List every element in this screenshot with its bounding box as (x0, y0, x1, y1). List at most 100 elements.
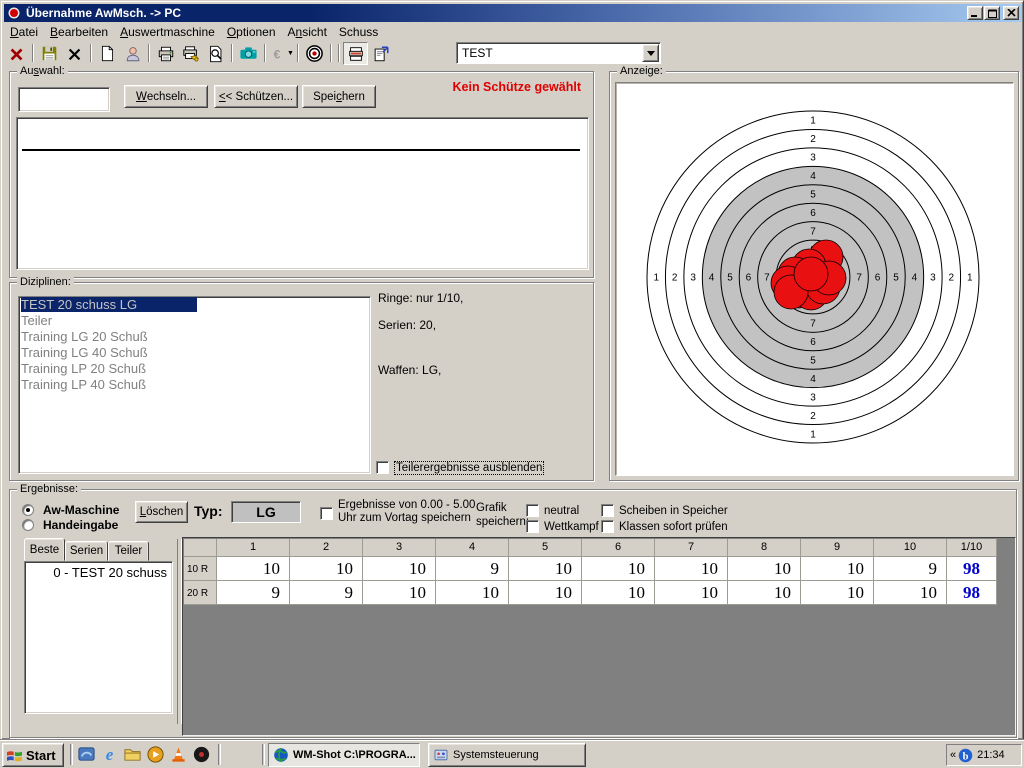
teilerergebnisse-checkbox[interactable] (376, 461, 389, 474)
start-button[interactable]: Start (2, 743, 64, 767)
quicklaunch-disc-icon[interactable] (192, 745, 212, 765)
svg-text:4: 4 (810, 374, 816, 385)
menu-datei[interactable]: Datei (4, 22, 44, 41)
target-toolbar-button[interactable] (302, 42, 327, 65)
series-listbox[interactable]: 0 - TEST 20 schuss (24, 561, 173, 714)
svg-text:2: 2 (949, 273, 955, 284)
user-toolbar-button[interactable] (120, 42, 145, 65)
series-list-item[interactable]: 0 - TEST 20 schuss (25, 562, 172, 580)
svg-text:2: 2 (672, 273, 678, 284)
toolbar-separator (330, 44, 332, 62)
total-cell: 98 (947, 557, 997, 581)
svg-text:7: 7 (810, 319, 816, 330)
tab-teiler[interactable]: Teiler (108, 541, 149, 561)
svg-text:e: e (106, 745, 114, 764)
svg-text:5: 5 (810, 190, 816, 201)
taskbar-task-wm-shot-c-progra[interactable]: WM-Shot C:\PROGRA... (268, 743, 420, 767)
discipline-item[interactable]: Training LG 40 Schuß (19, 345, 370, 361)
minimize-button[interactable] (967, 6, 983, 20)
selection-list[interactable] (16, 117, 589, 270)
quicklaunch-media-player-icon[interactable] (146, 745, 166, 765)
score-cell: 9 (290, 581, 363, 605)
print-toolbar-button[interactable] (153, 42, 178, 65)
svg-text:5: 5 (893, 273, 899, 284)
new-doc-toolbar-button[interactable] (95, 42, 120, 65)
neutral-checkbox[interactable] (526, 504, 539, 517)
discipline-combobox[interactable]: TEST (456, 42, 661, 64)
quicklaunch-folder-icon[interactable] (123, 745, 143, 765)
svg-text:6: 6 (810, 337, 816, 348)
camera-toolbar-button[interactable] (236, 42, 261, 65)
aw-maschine-radio[interactable] (22, 504, 34, 516)
discipline-item[interactable]: Training LP 20 Schuß (19, 361, 370, 377)
anzeige-group: Anzeige: 1111222233334444555566667777888… (609, 71, 1019, 481)
menu-optionen[interactable]: Optionen (221, 22, 282, 41)
handeingabe-radio[interactable] (22, 519, 34, 531)
close-x-toolbar-button[interactable] (62, 42, 87, 65)
euro-toolbar-button[interactable]: €▼ (269, 42, 294, 65)
tray-b-icon[interactable]: b (958, 748, 973, 763)
svg-text:6: 6 (875, 273, 881, 284)
target-panel: 11112222333344445555666677778888 (615, 82, 1014, 476)
menu-ansicht[interactable]: Ansicht (282, 22, 333, 41)
toolbar-separator (32, 44, 34, 62)
app-window: Übernahme AwMsch. -> PC DateiBearbeitenA… (0, 0, 1024, 740)
wettkampf-checkbox[interactable] (526, 520, 539, 533)
vortag-checkbox[interactable] (320, 507, 333, 520)
klassen-sofort-pr-fen-checkbox[interactable] (601, 520, 614, 533)
score-cell: 10 (290, 557, 363, 581)
score-cell: 10 (655, 581, 728, 605)
svg-text:2: 2 (810, 134, 816, 145)
score-cell: 10 (363, 581, 436, 605)
properties-toolbar-button[interactable] (368, 42, 393, 65)
print-setup-toolbar-button[interactable] (178, 42, 203, 65)
schuetzen-button[interactable]: << Schützen... (214, 85, 298, 108)
save-toolbar-button[interactable] (37, 42, 62, 65)
wettkampf-label: Wettkampf (544, 521, 599, 533)
taskbar-task-systemsteuerung[interactable]: Systemsteuerung (428, 743, 586, 767)
selection-input[interactable] (18, 87, 110, 112)
speichern-button[interactable]: Speichern (302, 85, 376, 108)
menu-bearbeiten[interactable]: Bearbeiten (44, 22, 114, 41)
svg-text:5: 5 (810, 356, 816, 367)
menu-auswertmaschine[interactable]: Auswertmaschine (114, 22, 221, 41)
menu-schuss[interactable]: Schuss (333, 22, 384, 41)
discipline-list[interactable]: TEST 20 schuss LGTeilerTraining LG 20 Sc… (18, 296, 371, 474)
svg-text:5: 5 (727, 273, 733, 284)
preview-toolbar-button[interactable] (203, 42, 228, 65)
quicklaunch-ie-icon[interactable]: e (100, 745, 120, 765)
discipline-item[interactable]: Training LP 40 Schuß (19, 377, 370, 393)
svg-text:6: 6 (746, 273, 752, 284)
combo-dropdown-button[interactable] (642, 44, 659, 62)
discipline-info-label: Ringe: nur 1/10, (378, 291, 463, 305)
scheiben-in-speicher-label: Scheiben in Speicher (619, 505, 728, 517)
discipline-item[interactable]: TEST 20 schuss LG (19, 297, 370, 313)
system-tray: « b 21:34 (946, 744, 1022, 766)
score-cell: 9 (874, 557, 947, 581)
scheiben-in-speicher-checkbox[interactable] (601, 504, 614, 517)
maximize-button[interactable] (984, 6, 1000, 20)
score-cell: 10 (582, 557, 655, 581)
quicklaunch-desktop-icon[interactable] (77, 745, 97, 765)
toolbar-separator (148, 44, 150, 62)
title-bar: Übernahme AwMsch. -> PC (4, 4, 1022, 22)
tray-chevron[interactable]: « (947, 749, 958, 761)
column-header: 1/10 (947, 539, 997, 557)
discipline-item[interactable]: Teiler (19, 313, 370, 329)
svg-text:4: 4 (810, 171, 816, 182)
tab-beste[interactable]: Beste (24, 538, 65, 561)
control-panel-icon (433, 747, 449, 763)
quicklaunch-vlc-icon[interactable] (169, 745, 189, 765)
row-label: 10 R (184, 557, 217, 581)
loeschen-button[interactable]: Löschen (135, 501, 188, 523)
score-cell: 10 (363, 557, 436, 581)
tab-serien[interactable]: Serien (65, 541, 108, 561)
print-toggle-toolbar-button[interactable] (343, 42, 368, 65)
column-header: 2 (290, 539, 363, 557)
column-header: 1 (217, 539, 290, 557)
delete-red-toolbar-button[interactable] (4, 42, 29, 65)
discipline-item[interactable]: Training LG 20 Schuß (19, 329, 370, 345)
typ-value-box: LG (231, 501, 301, 523)
close-button[interactable] (1003, 6, 1019, 20)
wechseln-button[interactable]: Wechseln... (124, 85, 208, 108)
